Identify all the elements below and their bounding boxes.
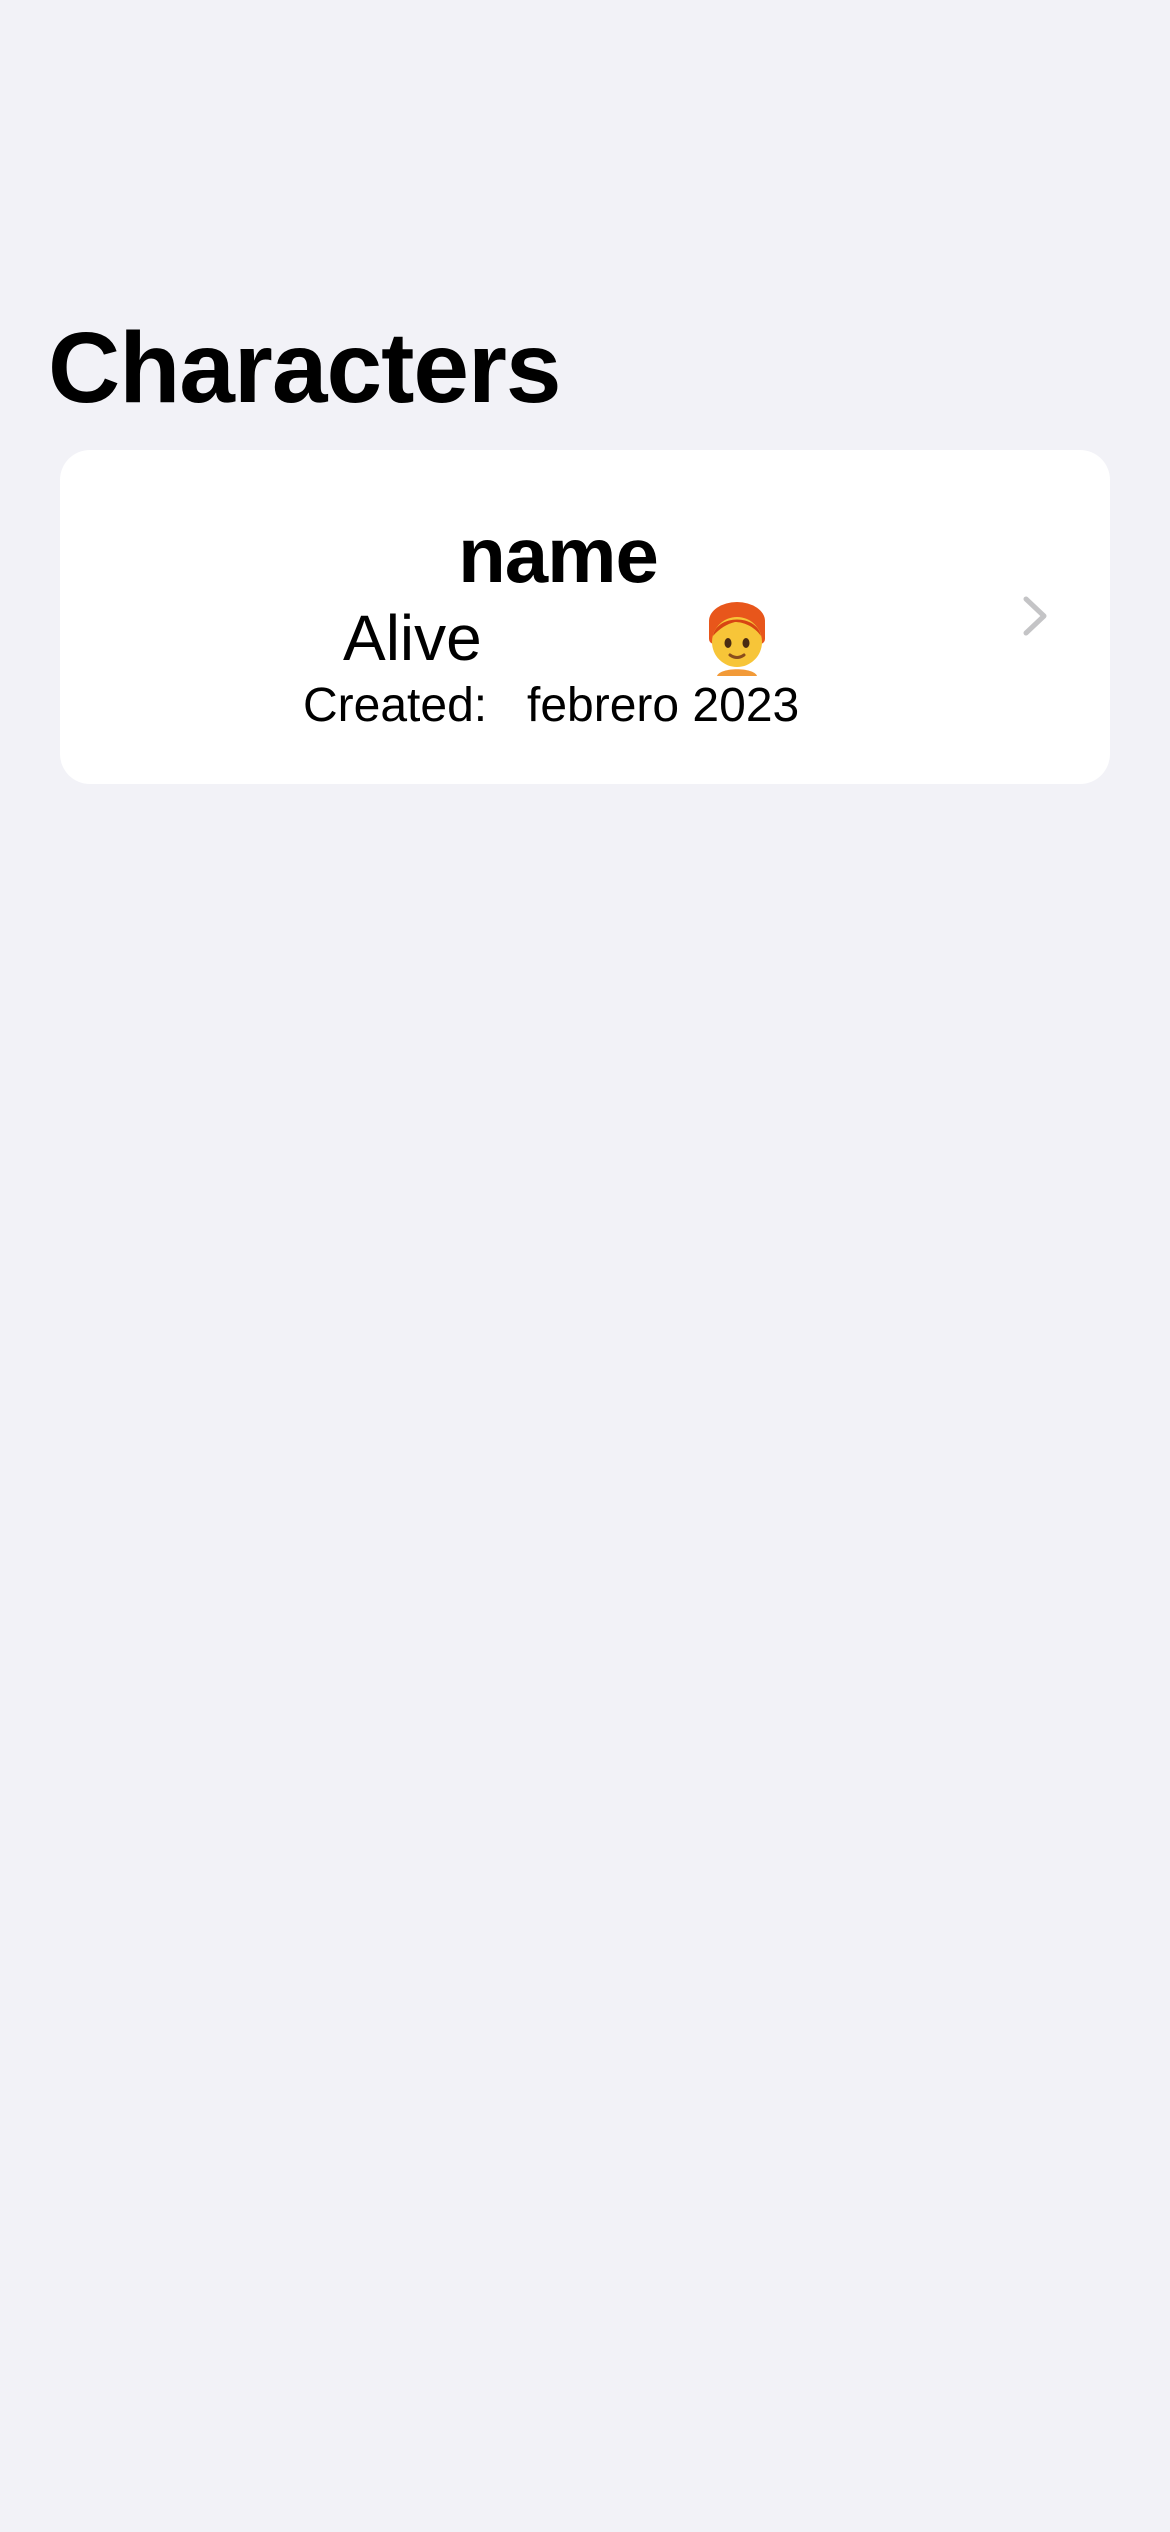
character-row[interactable]: name Alive Created: febrero 2023 xyxy=(60,450,1110,784)
character-status: Alive xyxy=(343,602,482,674)
created-date: febrero 2023 xyxy=(527,679,800,732)
chevron-right-icon xyxy=(1023,596,1047,636)
page-title: Characters xyxy=(48,312,562,424)
character-name: name xyxy=(458,511,659,599)
character-details: name Alive Created: febrero 2023 xyxy=(60,450,1110,784)
created-label: Created: xyxy=(303,679,488,732)
person-red-hair-icon xyxy=(709,602,765,676)
